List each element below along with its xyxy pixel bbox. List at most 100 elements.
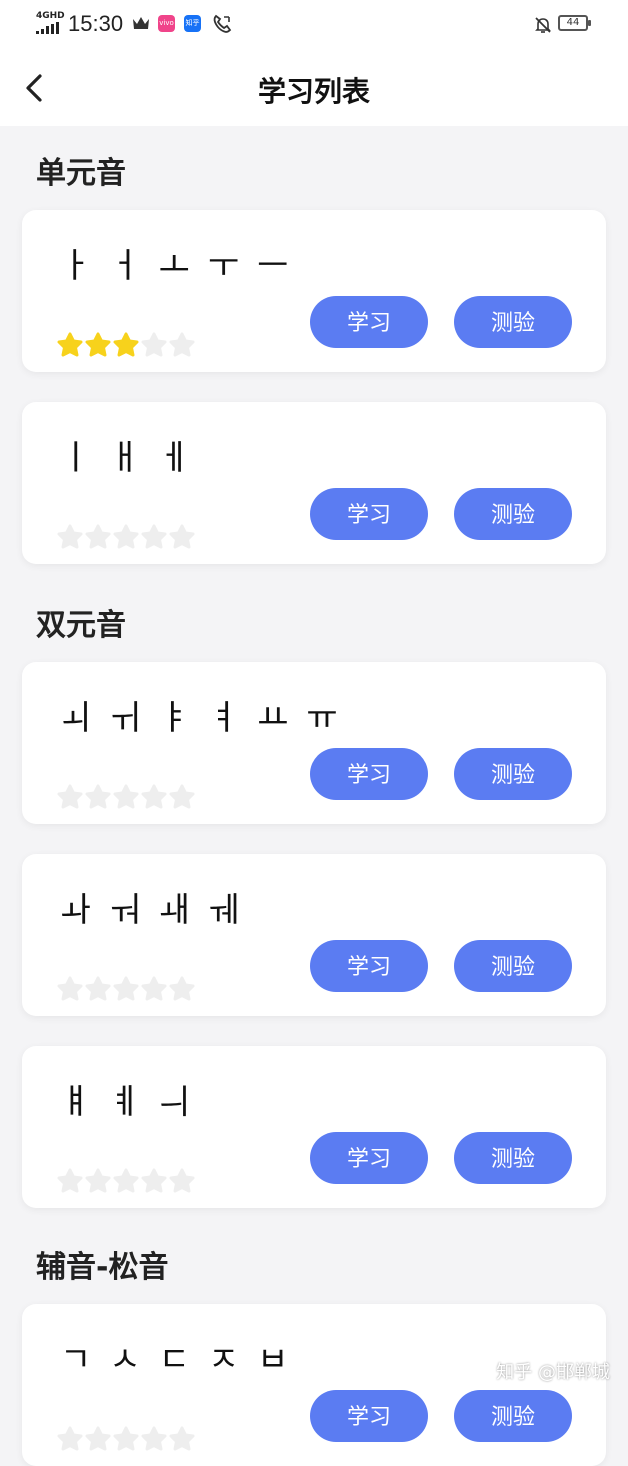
letter-group: ㅣㅐㅔ (60, 430, 208, 479)
signal-icon (36, 22, 64, 34)
letter: ㅜ (207, 246, 240, 286)
star-empty-icon (169, 332, 195, 357)
star-empty-icon (113, 1426, 139, 1451)
nav-bar: 学习列表 (0, 50, 628, 126)
lesson-card: ㅚㅟㅑㅕㅛㅠ 学习 测验 (22, 662, 606, 824)
letter: ㅢ (158, 1082, 190, 1122)
letter: ㅗ (158, 246, 190, 286)
lesson-card: ㅣㅐㅔ 学习 测验 (22, 402, 606, 564)
star-empty-icon (169, 524, 195, 549)
letter: ㅏ (60, 246, 92, 286)
star-rating (56, 524, 196, 552)
letter-group: ㄱㅅㄷㅈㅂ (60, 1332, 306, 1381)
learn-button[interactable]: 学习 (310, 296, 428, 348)
letter: ㅝ (109, 890, 141, 930)
learn-button[interactable]: 学习 (310, 488, 428, 540)
page-title: 学习列表 (257, 75, 370, 108)
zhihu-app-icon: 知乎 (184, 15, 201, 32)
quiz-button[interactable]: 测验 (454, 1390, 572, 1442)
bell-off-icon (535, 17, 551, 33)
phone-call-icon (213, 14, 232, 33)
star-filled-icon (85, 332, 111, 357)
letter: ㄷ (158, 1340, 190, 1380)
crown-icon (133, 17, 149, 29)
star-rating (56, 332, 196, 360)
letter-group: ㅘㅝㅙㅞ (60, 882, 257, 931)
star-empty-icon (169, 784, 195, 809)
star-rating (56, 784, 196, 812)
quiz-button[interactable]: 测验 (454, 488, 572, 540)
star-empty-icon (141, 784, 167, 809)
star-empty-icon (169, 1426, 195, 1451)
star-empty-icon (85, 524, 111, 549)
star-empty-icon (57, 976, 83, 1001)
star-empty-icon (57, 524, 83, 549)
section-title-diphthongs: 双元音 (36, 608, 126, 643)
letter: ㅟ (109, 698, 141, 738)
star-empty-icon (141, 524, 167, 549)
star-empty-icon (85, 1426, 111, 1451)
learn-button[interactable]: 学习 (310, 1390, 428, 1442)
quiz-button[interactable]: 测验 (454, 1132, 572, 1184)
letter: ㅠ (306, 698, 338, 738)
letter: ㅣ (60, 438, 92, 478)
star-filled-icon (57, 332, 83, 357)
star-rating (56, 1426, 196, 1454)
quiz-button[interactable]: 测验 (454, 748, 572, 800)
letter: ㅅ (109, 1340, 141, 1380)
section-title-plain-consonants: 辅音-松音 (36, 1250, 169, 1285)
learn-button[interactable]: 学习 (310, 748, 428, 800)
quiz-button[interactable]: 测验 (454, 296, 572, 348)
letter: ㅒ (60, 1082, 92, 1122)
star-empty-icon (141, 976, 167, 1001)
star-empty-icon (57, 1168, 83, 1193)
letter-group: ㅚㅟㅑㅕㅛㅠ (60, 690, 356, 739)
letter: ㄱ (60, 1340, 92, 1380)
watermark: 知乎 @邯郸城 (496, 1362, 610, 1383)
star-empty-icon (57, 1426, 83, 1451)
lesson-card: ㄱㅅㄷㅈㅂ 学习 测验 (22, 1304, 606, 1466)
star-empty-icon (85, 1168, 111, 1193)
star-rating (56, 1168, 196, 1196)
vivo-app-icon: vivo (158, 15, 175, 32)
star-empty-icon (85, 784, 111, 809)
letter: ㅂ (257, 1340, 289, 1380)
battery-icon: 44 (558, 15, 591, 31)
star-empty-icon (141, 332, 167, 357)
letter: ㅡ (257, 246, 289, 286)
letter: ㅛ (257, 698, 289, 738)
status-time: 15:30 (68, 11, 124, 36)
learn-button[interactable]: 学习 (310, 1132, 428, 1184)
star-empty-icon (169, 976, 195, 1001)
letter: ㅑ (158, 698, 190, 738)
star-filled-icon (113, 332, 139, 357)
status-bar: 4GHD 15:30 vivo 知乎 44 (0, 0, 628, 50)
star-empty-icon (141, 1168, 167, 1193)
letter: ㅘ (60, 890, 92, 930)
letter: ㅖ (109, 1082, 141, 1122)
star-empty-icon (113, 524, 139, 549)
star-empty-icon (141, 1426, 167, 1451)
letter: ㅓ (109, 246, 141, 286)
learn-button[interactable]: 学习 (310, 940, 428, 992)
letter: ㅞ (207, 890, 240, 930)
lesson-card: ㅏㅓㅗㅜㅡ 学习 测验 (22, 210, 606, 372)
letter: ㅐ (109, 438, 141, 478)
section-title-monophthongs: 单元音 (36, 156, 126, 191)
star-rating (56, 976, 196, 1004)
letter: ㅈ (207, 1340, 240, 1380)
star-empty-icon (113, 1168, 139, 1193)
letter: ㅔ (158, 438, 190, 478)
battery-level: 44 (566, 17, 580, 28)
star-empty-icon (57, 784, 83, 809)
letter-group: ㅒㅖㅢ (60, 1074, 208, 1123)
lesson-card: ㅒㅖㅢ 学习 测验 (22, 1046, 606, 1208)
star-empty-icon (113, 976, 139, 1001)
star-empty-icon (113, 784, 139, 809)
star-empty-icon (169, 1168, 195, 1193)
letter: ㅕ (207, 698, 240, 738)
star-empty-icon (85, 976, 111, 1001)
quiz-button[interactable]: 测验 (454, 940, 572, 992)
letter: ㅚ (60, 698, 92, 738)
letter-group: ㅏㅓㅗㅜㅡ (60, 238, 306, 287)
